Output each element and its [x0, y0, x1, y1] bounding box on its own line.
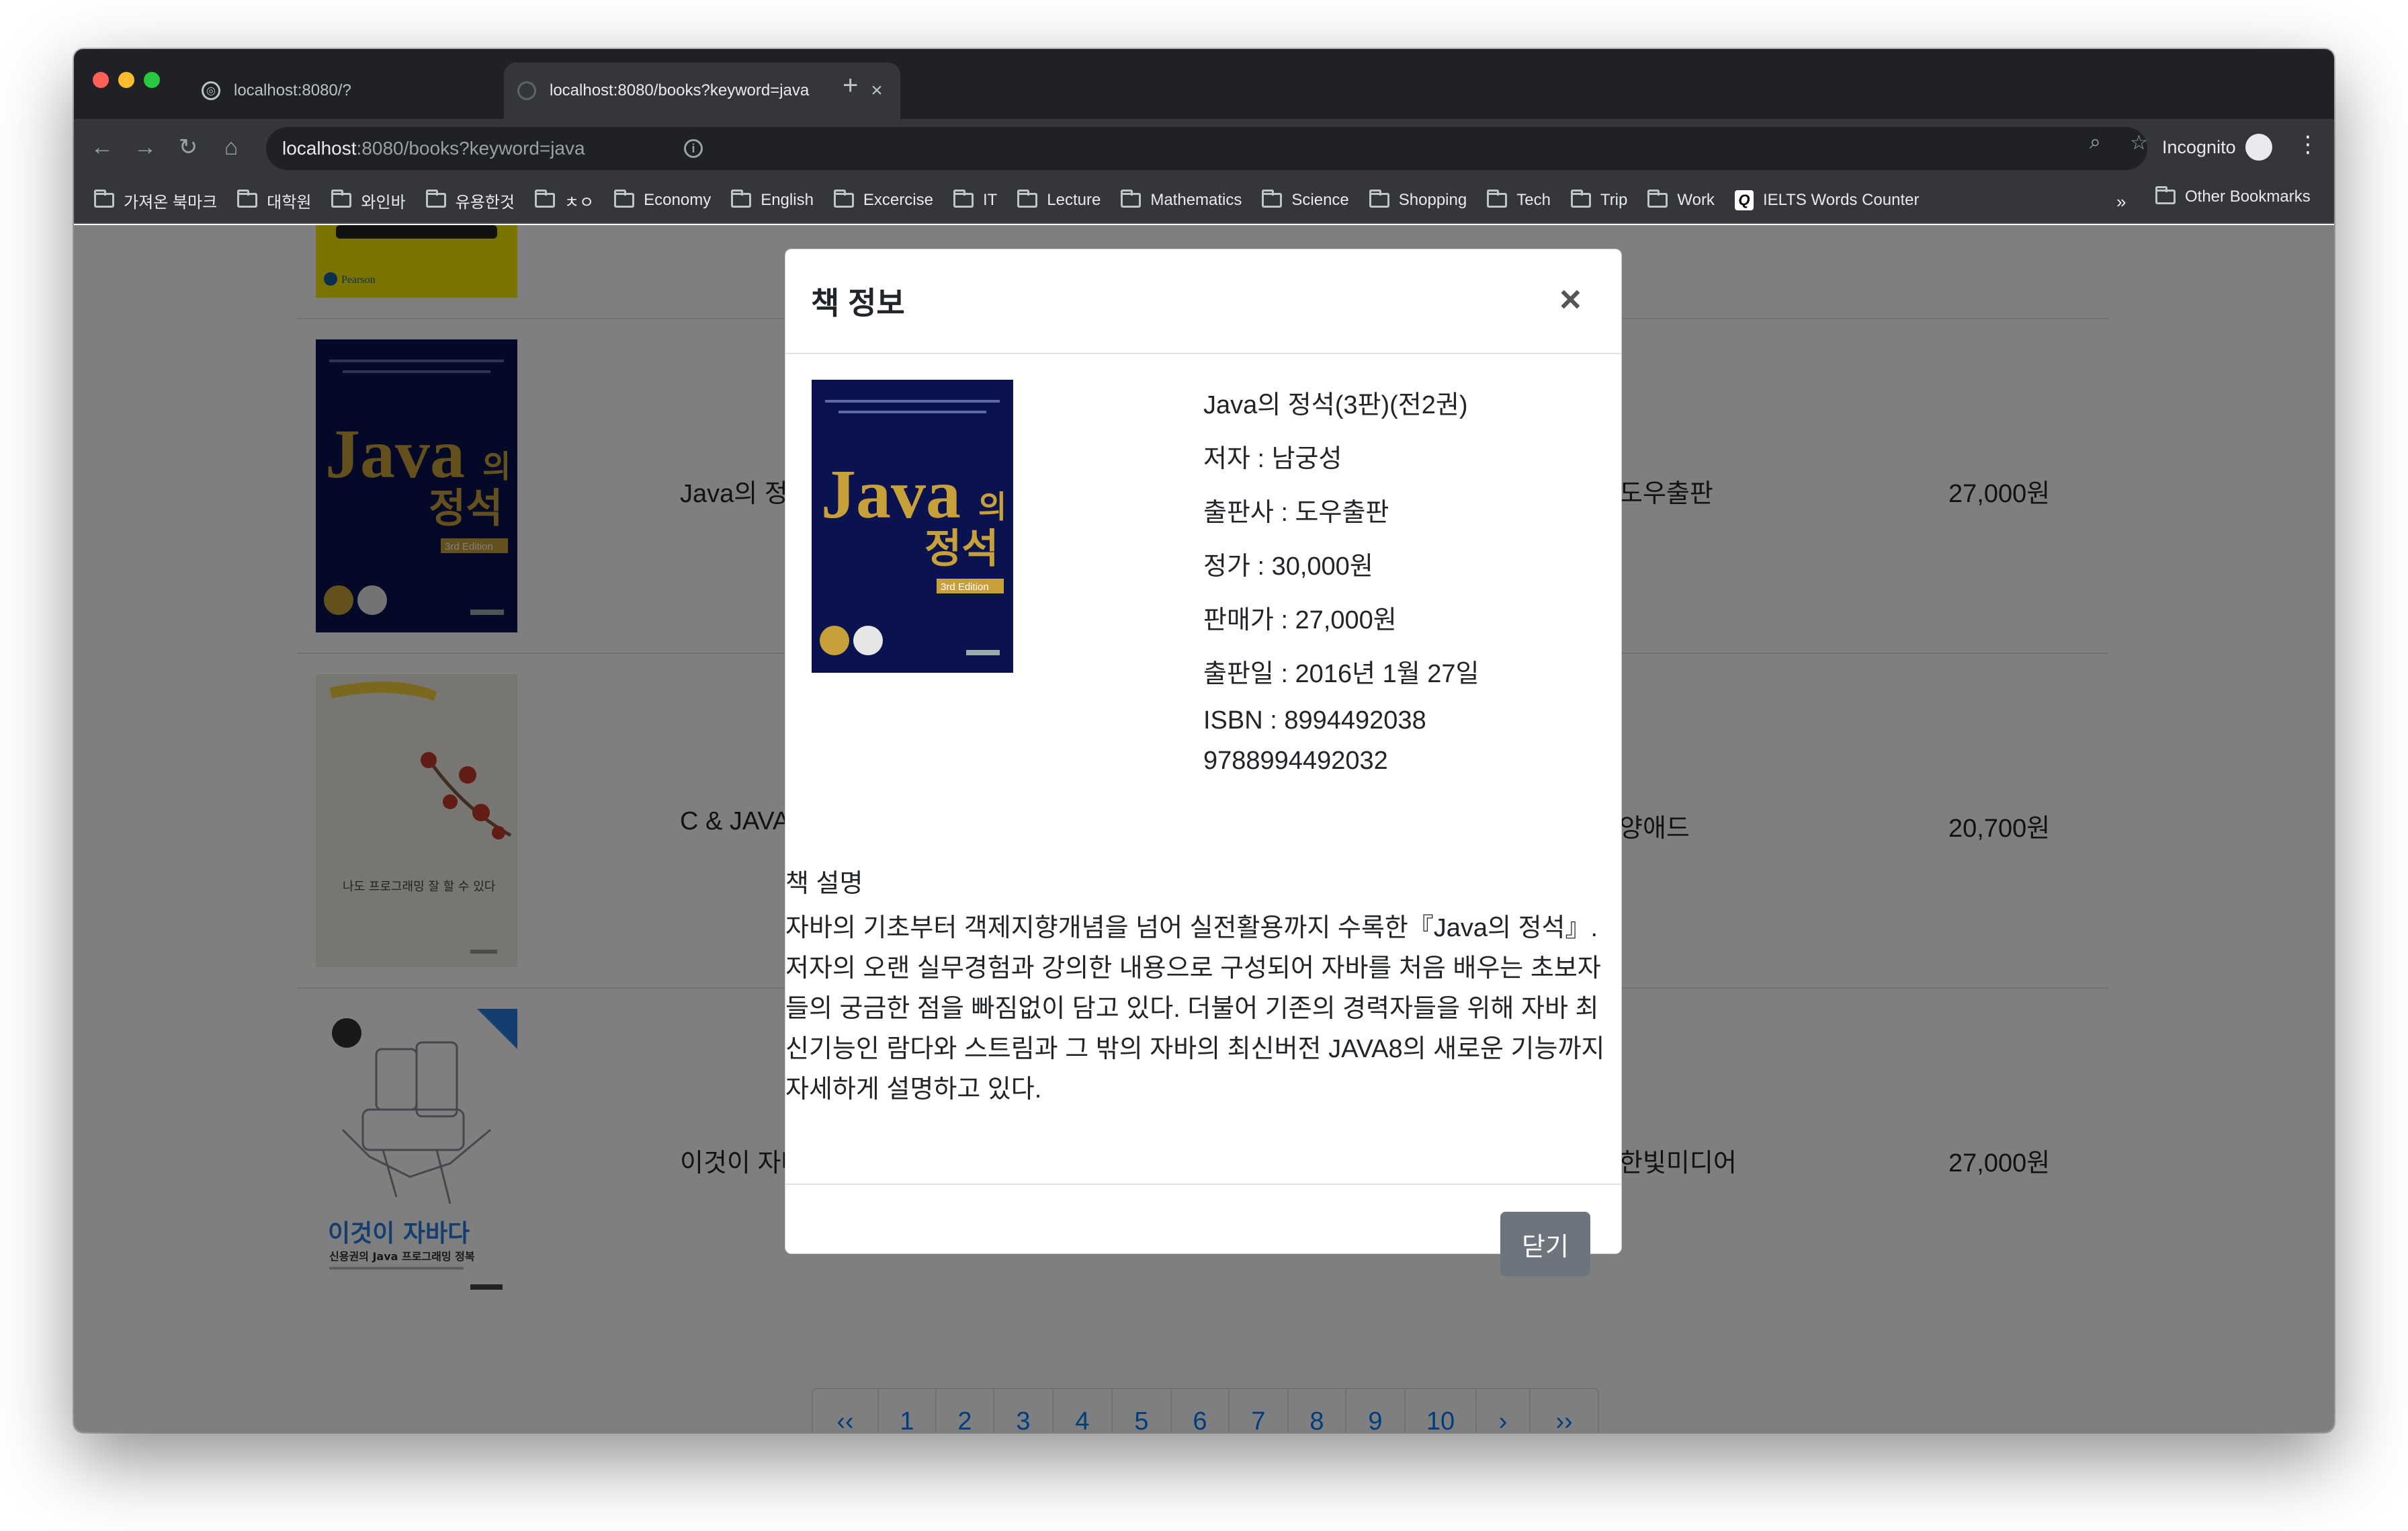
- zoom-window-button[interactable]: [144, 72, 160, 88]
- home-icon[interactable]: ⌂: [215, 131, 247, 163]
- folder-icon: [1647, 190, 1668, 208]
- book-description: 자바의 기초부터 객제지향개념을 넘어 실전활용까지 수록한『Java의 정석』…: [785, 914, 1605, 1104]
- folder-icon: [2155, 186, 2176, 204]
- close-icon[interactable]: ×: [1559, 279, 1582, 319]
- folder-icon: [534, 190, 555, 208]
- close-button[interactable]: 닫기: [1500, 1212, 1590, 1276]
- folder-icon: [331, 190, 352, 208]
- q-app-icon: Q: [1734, 190, 1754, 210]
- book-publisher: 출판사 : 도우출판: [1203, 499, 1389, 527]
- star-icon[interactable]: ☆: [2130, 131, 2148, 155]
- cover-edition-text: 3rd Edition: [941, 581, 989, 593]
- bookmark-folder[interactable]: Economy: [614, 190, 711, 210]
- tab-title: localhost:8080/books?keyword=java: [550, 81, 810, 99]
- minimize-window-button[interactable]: [118, 72, 134, 88]
- modal-book-cover: Java 의 정석 3rd Edition: [812, 380, 1013, 673]
- bookmark-folder[interactable]: Science: [1262, 190, 1349, 210]
- folder-icon: [1017, 190, 1038, 208]
- address-bar[interactable]: i localhost:8080/books?keyword=java: [266, 127, 2147, 170]
- zoom-icon[interactable]: ⌕: [2090, 131, 2101, 154]
- bookmark-folder[interactable]: 대학원: [237, 189, 311, 212]
- folder-icon: [1121, 190, 1142, 208]
- cover-jeongseok-word: 정석: [924, 526, 998, 573]
- folder-icon: [94, 190, 114, 208]
- bookmark-folder[interactable]: Lecture: [1017, 190, 1101, 210]
- bookmark-folder[interactable]: ㅊㅇ: [534, 189, 594, 212]
- bookmark-folder[interactable]: English: [731, 190, 814, 210]
- close-window-button[interactable]: [93, 72, 109, 88]
- bookmark-folder[interactable]: Mathematics: [1121, 190, 1242, 210]
- bookmark-folder[interactable]: Trip: [1570, 190, 1627, 210]
- bookmark-folder[interactable]: 가져온 북마크: [94, 189, 217, 212]
- new-tab-button[interactable]: +: [843, 69, 858, 101]
- description-label: 책 설명: [785, 870, 863, 898]
- folder-icon: [425, 190, 446, 208]
- menu-dots-icon[interactable]: ⋮: [2296, 131, 2319, 158]
- folder-icon: [953, 190, 974, 208]
- bookmark-folder[interactable]: Shopping: [1369, 190, 1467, 210]
- tab-2-active[interactable]: localhost:8080/books?keyword=java ×: [504, 63, 900, 119]
- folder-icon: [731, 190, 752, 208]
- url-text: localhost:8080/books?keyword=java: [282, 138, 585, 159]
- globe-icon: ◎: [202, 81, 220, 100]
- folder-icon: [1570, 190, 1591, 208]
- bookmark-folder[interactable]: 유용한것: [425, 189, 515, 212]
- browser-window: ◎ localhost:8080/? × localhost:8080/book…: [74, 49, 2334, 1432]
- folder-icon: [1487, 190, 1508, 208]
- other-bookmarks-folder[interactable]: Other Bookmarks: [2155, 186, 2311, 206]
- modal-header: 책 정보 ×: [785, 249, 1621, 354]
- forward-arrow-icon[interactable]: →: [129, 131, 161, 163]
- tab-strip: ◎ localhost:8080/? × localhost:8080/book…: [74, 49, 2334, 119]
- book-isbn13: 9788994492032: [1203, 747, 1388, 775]
- book-isbn: ISBN : 8994492038: [1203, 706, 1426, 735]
- bookmarks-overflow-button[interactable]: »: [2116, 192, 2126, 212]
- reload-icon[interactable]: ↻: [172, 131, 204, 163]
- book-title: Java의 정석(3판)(전2권): [1203, 391, 1468, 419]
- back-arrow-icon[interactable]: ←: [86, 131, 118, 163]
- book-list-price: 정가 : 30,000원: [1203, 552, 1373, 581]
- loading-favicon-icon: [517, 81, 536, 100]
- tab-title: localhost:8080/?: [234, 81, 351, 99]
- bookmark-folder[interactable]: Tech: [1487, 190, 1551, 210]
- bookmark-ielts-counter[interactable]: Q IELTS Words Counter: [1734, 190, 1919, 210]
- cover-ui-word: 의: [978, 489, 1006, 525]
- modal-footer-divider: [785, 1184, 1621, 1185]
- book-author: 저자 : 남궁성: [1203, 445, 1342, 473]
- cover-java-word: Java: [821, 456, 961, 533]
- folder-icon: [237, 190, 258, 208]
- bookmark-folder[interactable]: Excercise: [833, 190, 933, 210]
- incognito-indicator[interactable]: Incognito: [2162, 134, 2272, 161]
- modal-title: 책 정보: [811, 286, 905, 321]
- folder-icon: [1262, 190, 1283, 208]
- incognito-icon: [2245, 134, 2272, 161]
- folder-icon: [833, 190, 854, 208]
- info-icon[interactable]: i: [684, 139, 703, 158]
- bookmark-folder[interactable]: Work: [1647, 190, 1715, 210]
- bookmarks-bar: 가져온 북마크 대학원 와인바 유용한것 ㅊㅇ Economy English …: [74, 178, 2334, 224]
- close-tab-icon[interactable]: ×: [867, 79, 887, 102]
- book-pub-date: 출판일 : 2016년 1월 27일: [1203, 660, 1479, 688]
- book-sale-price: 판매가 : 27,000원: [1203, 606, 1397, 634]
- bookmark-folder[interactable]: 와인바: [331, 189, 406, 212]
- book-info-modal: 책 정보 × Java 의 정석 3rd Edition Java의 정석(3판…: [785, 249, 1622, 1276]
- browser-toolbar: ← → ↻ ⌂ i localhost:8080/books?keyword=j…: [74, 119, 2334, 178]
- bookmark-folder[interactable]: IT: [953, 190, 997, 210]
- folder-icon: [1369, 190, 1389, 208]
- folder-icon: [614, 190, 635, 208]
